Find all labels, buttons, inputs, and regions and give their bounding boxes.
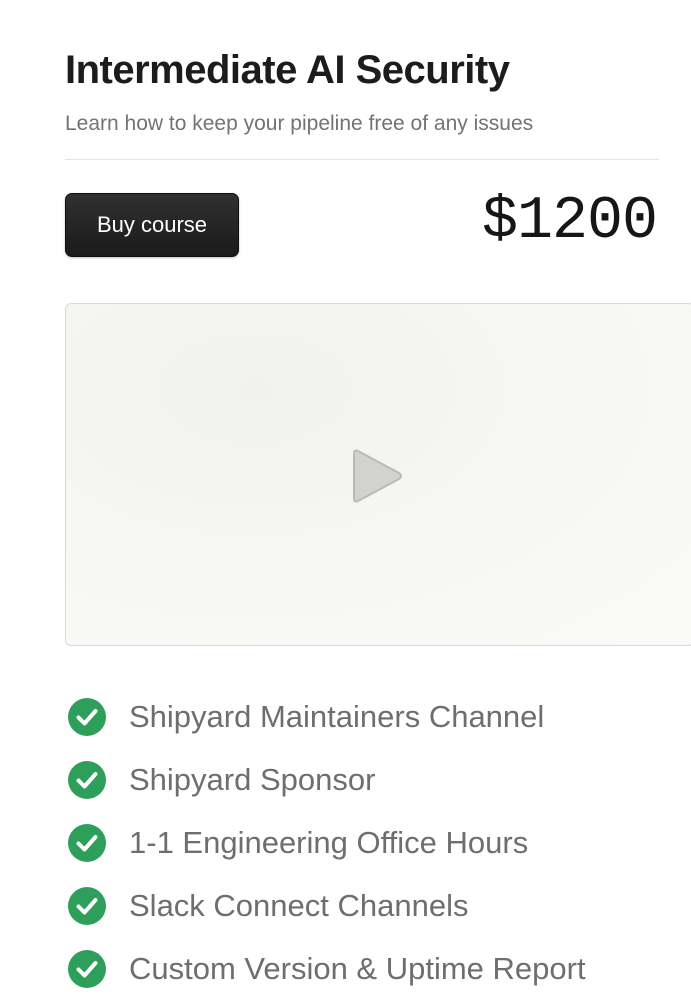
- feature-label: Slack Connect Channels: [129, 888, 469, 923]
- feature-item: Custom Version & Uptime Report: [65, 938, 586, 1001]
- course-page: Intermediate AI Security Learn how to ke…: [65, 0, 691, 1000]
- video-player[interactable]: [65, 303, 691, 646]
- feature-item: Slack Connect Channels: [65, 875, 586, 938]
- course-price: $1200: [481, 188, 658, 256]
- feature-label: 1-1 Engineering Office Hours: [129, 825, 529, 860]
- feature-label: Shipyard Sponsor: [129, 762, 376, 797]
- check-circle-icon: [68, 761, 106, 799]
- play-icon[interactable]: [352, 447, 404, 505]
- page-title: Intermediate AI Security: [65, 48, 510, 92]
- buy-course-button[interactable]: Buy course: [65, 193, 239, 257]
- check-circle-icon: [68, 887, 106, 925]
- check-circle-icon: [68, 824, 106, 862]
- feature-item: 1-1 Engineering Office Hours: [65, 812, 586, 875]
- feature-item: Shipyard Sponsor: [65, 749, 586, 812]
- feature-list: Shipyard Maintainers Channel Shipyard Sp…: [65, 686, 586, 1001]
- page-subtitle: Learn how to keep your pipeline free of …: [65, 112, 534, 135]
- check-circle-icon: [68, 950, 106, 988]
- feature-label: Shipyard Maintainers Channel: [129, 699, 545, 734]
- feature-label: Custom Version & Uptime Report: [129, 951, 586, 986]
- header-divider: [65, 159, 659, 160]
- feature-item: Shipyard Maintainers Channel: [65, 686, 586, 749]
- check-circle-icon: [68, 698, 106, 736]
